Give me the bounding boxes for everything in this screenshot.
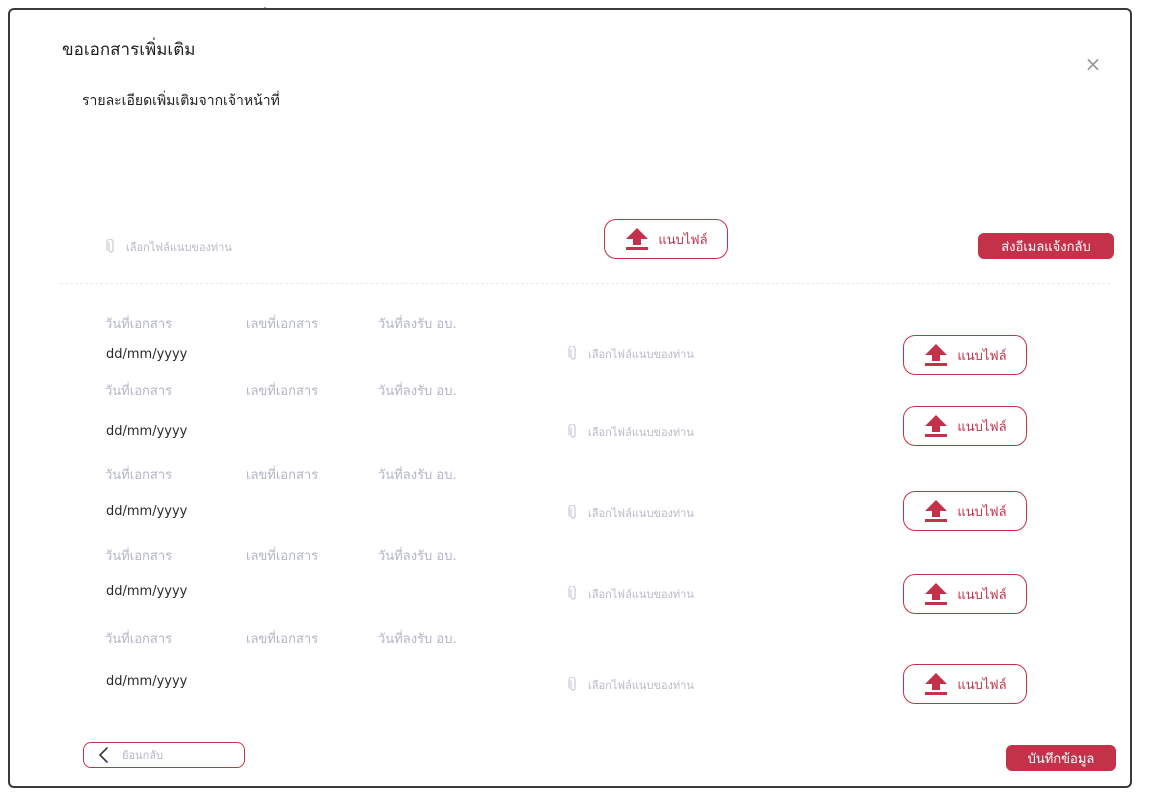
doc-number-label: เลขที่เอกสาร [246,632,319,647]
modal-title: ขอเอกสารเพิ่มเติม [62,40,196,60]
paperclip-icon [568,586,576,600]
doc-number-label: เลขที่เอกสาร [246,384,319,399]
upload-arrow-icon [925,583,948,605]
doc-date-label: วันที่เอกสาร [105,549,173,564]
row-file-picker[interactable]: เลือกไฟล์แนบของท่าน [568,345,694,363]
paperclip-icon [106,239,114,253]
received-date-label: วันที่ลงรับ อบ. [378,549,457,564]
row-file-picker[interactable]: เลือกไฟล์แนบของท่าน [568,585,694,603]
row-header: วันที่เอกสาร เลขที่เอกสาร วันที่ลงรับ อบ… [105,380,525,400]
doc-date-label: วันที่เอกสาร [105,317,173,332]
row-header: วันที่เอกสาร เลขที่เอกสาร วันที่ลงรับ อบ… [105,464,525,484]
chevron-left-icon [99,747,108,763]
row-header: วันที่เอกสาร เลขที่เอกสาร วันที่ลงรับ อบ… [105,628,525,648]
upload-button-label: แนบไฟล์ [957,348,1007,364]
paperclip-icon [568,677,576,691]
doc-date-label: วันที่เอกสาร [105,632,173,647]
doc-number-label: เลขที่เอกสาร [246,317,319,332]
row-header: วันที่เอกสาร เลขที่เอกสาร วันที่ลงรับ อบ… [105,545,525,565]
file-picker-placeholder: เลือกไฟล์แนบของท่าน [588,588,694,601]
doc-date-label: วันที่เอกสาร [105,384,173,399]
upload-arrow-icon [925,415,948,437]
file-picker-placeholder: เลือกไฟล์แนบของท่าน [588,679,694,692]
row-file-picker[interactable]: เลือกไฟล์แนบของท่าน [568,423,694,441]
section-divider [60,283,1110,284]
row-file-picker[interactable]: เลือกไฟล์แนบของท่าน [568,676,694,694]
file-picker-placeholder: เลือกไฟล์แนบของท่าน [588,348,694,361]
received-date-label: วันที่ลงรับ อบ. [378,468,457,483]
row-upload-button[interactable]: แนบไฟล์ [903,335,1027,375]
received-date-label: วันที่ลงรับ อบ. [378,632,457,647]
doc-date-input[interactable]: dd/mm/yyyy [106,424,187,439]
row-upload-button[interactable]: แนบไฟล์ [903,664,1027,704]
doc-date-input[interactable]: dd/mm/yyyy [106,347,187,362]
send-email-button[interactable]: ส่งอีเมลแจ้งกลับ [978,233,1114,259]
upload-arrow-icon [626,228,649,250]
top-upload-button[interactable]: แนบไฟล์ [604,219,728,259]
upload-arrow-icon [925,673,948,695]
doc-number-label: เลขที่เอกสาร [246,549,319,564]
row-upload-button[interactable]: แนบไฟล์ [903,574,1027,614]
doc-date-label: วันที่เอกสาร [105,468,173,483]
save-button[interactable]: บันทึกข้อมูล [1006,745,1116,771]
back-button-label: ย้อนกลับ [122,749,163,762]
paperclip-icon [568,505,576,519]
doc-date-input[interactable]: dd/mm/yyyy [106,674,187,689]
officer-details-label: รายละเอียดเพิ่มเติมจากเจ้าหน้าที่ [82,93,280,109]
back-button[interactable]: ย้อนกลับ [83,742,245,768]
row-upload-button[interactable]: แนบไฟล์ [903,491,1027,531]
top-file-picker[interactable]: เลือกไฟล์แนบของท่าน [106,238,232,256]
upload-button-label: แนบไฟล์ [957,419,1007,435]
close-icon[interactable]: × [1082,54,1104,76]
row-header: วันที่เอกสาร เลขที่เอกสาร วันที่ลงรับ อบ… [105,313,525,333]
file-picker-placeholder: เลือกไฟล์แนบของท่าน [588,507,694,520]
upload-button-label: แนบไฟล์ [957,677,1007,693]
upload-arrow-icon [925,500,948,522]
doc-number-label: เลขที่เอกสาร [246,468,319,483]
upload-button-label: แนบไฟล์ [957,587,1007,603]
row-upload-button[interactable]: แนบไฟล์ [903,406,1027,446]
request-documents-modal: ขอเอกสารเพิ่มเติม × รายละเอียดเพิ่มเติมจ… [8,8,1132,788]
received-date-label: วันที่ลงรับ อบ. [378,384,457,399]
file-picker-placeholder: เลือกไฟล์แนบของท่าน [126,241,232,254]
upload-button-label: แนบไฟล์ [957,504,1007,520]
doc-date-input[interactable]: dd/mm/yyyy [106,504,187,519]
upload-button-label: แนบไฟล์ [658,232,708,248]
row-file-picker[interactable]: เลือกไฟล์แนบของท่าน [568,504,694,522]
received-date-label: วันที่ลงรับ อบ. [378,317,457,332]
file-picker-placeholder: เลือกไฟล์แนบของท่าน [588,426,694,439]
paperclip-icon [568,346,576,360]
doc-date-input[interactable]: dd/mm/yyyy [106,584,187,599]
upload-arrow-icon [925,344,948,366]
paperclip-icon [568,424,576,438]
